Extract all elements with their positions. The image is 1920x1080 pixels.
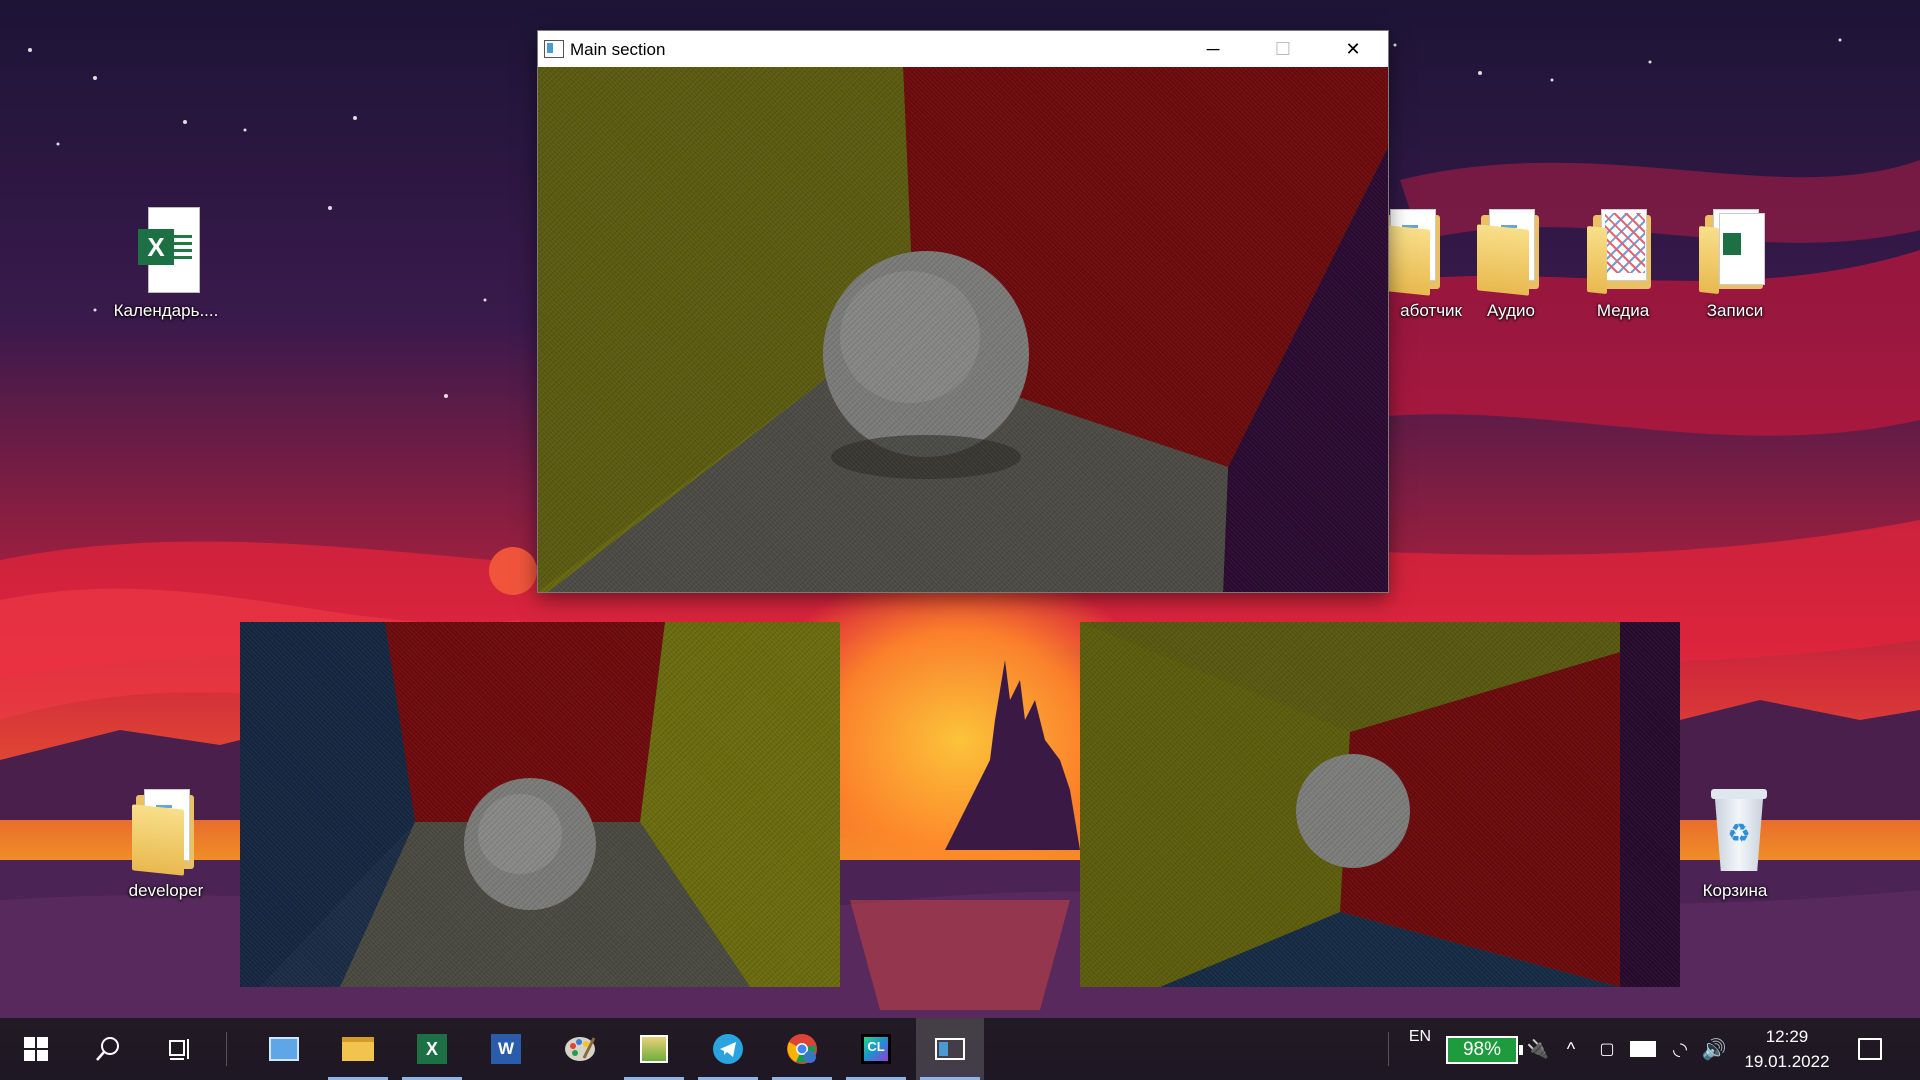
window-titlebar[interactable]: Main section ─ ☐ ✕ — [538, 31, 1388, 67]
image-icon — [640, 1035, 668, 1063]
notification-center-icon[interactable] — [1850, 1018, 1890, 1080]
desktop-icon-media[interactable]: Медиа — [1568, 205, 1678, 321]
excel-file-icon: X — [126, 205, 206, 295]
maximize-button[interactable]: ☐ — [1248, 31, 1318, 67]
render-view-right[interactable] — [1080, 622, 1680, 987]
word-icon: W — [491, 1034, 521, 1064]
folder-icon — [1583, 205, 1663, 295]
main-section-window[interactable]: Main section ─ ☐ ✕ — [538, 31, 1388, 592]
chrome-icon — [787, 1034, 817, 1064]
clock-date: 19.01.2022 — [1744, 1052, 1830, 1071]
render-view-main[interactable] — [538, 67, 1388, 592]
window-app-icon — [544, 40, 564, 58]
start-button[interactable] — [2, 1018, 70, 1080]
minimize-button[interactable]: ─ — [1178, 31, 1248, 67]
desktop-icon-label: Записи — [1706, 301, 1764, 320]
taskbar-paint[interactable] — [546, 1018, 614, 1080]
taskbar-file-explorer[interactable] — [324, 1018, 392, 1080]
windows-logo-icon — [24, 1037, 48, 1061]
render-scene-left — [240, 622, 840, 987]
recycle-bin-icon: ♻ — [1695, 785, 1775, 875]
clock-time: 12:29 — [1765, 1027, 1809, 1046]
folder-icon — [1695, 205, 1775, 295]
taskbar-excel[interactable]: X — [398, 1018, 466, 1080]
control-panel-icon — [269, 1037, 299, 1061]
close-button[interactable]: ✕ — [1318, 31, 1388, 67]
window-app-icon — [935, 1038, 965, 1060]
desktop-icon-label: Аудио — [1487, 301, 1535, 320]
palette-icon — [565, 1037, 596, 1061]
taskbar-chrome[interactable] — [768, 1018, 836, 1080]
taskbar-clion[interactable]: CL — [842, 1018, 910, 1080]
wifi-icon[interactable]: ◟◝ — [1664, 1018, 1696, 1080]
meet-now-icon[interactable]: ▢ — [1592, 1018, 1622, 1080]
search-button[interactable] — [74, 1018, 142, 1080]
taskbar-telegram[interactable] — [694, 1018, 762, 1080]
clion-icon: CL — [861, 1034, 891, 1064]
taskbar-opengl-app[interactable] — [916, 1018, 984, 1080]
taskbar-word[interactable]: W — [472, 1018, 540, 1080]
desktop-icon-developer[interactable]: developer — [111, 785, 221, 901]
power-plug-icon: 🔌 — [1526, 1038, 1550, 1059]
desktop-icon-label: Корзина — [1702, 881, 1768, 900]
telegram-icon — [713, 1034, 743, 1064]
taskbar-control-panel[interactable] — [250, 1018, 318, 1080]
desktop-icon-recycle-bin[interactable]: ♻ Корзина — [1680, 785, 1790, 901]
excel-icon: X — [417, 1034, 447, 1064]
desktop-icon-label: Календарь.... — [113, 301, 219, 320]
folder-icon — [126, 785, 206, 876]
task-view-icon — [169, 1039, 189, 1060]
folder-icon — [1471, 205, 1551, 296]
desktop-icon-label: developer — [128, 881, 204, 900]
search-icon — [96, 1037, 119, 1061]
folder-icon — [342, 1037, 374, 1061]
battery-icon[interactable] — [1626, 1018, 1660, 1080]
language-indicator[interactable]: EN — [1402, 1018, 1438, 1080]
desktop-icon-label: Медиа — [1596, 301, 1650, 320]
desktop-icon-audio[interactable]: Аудио — [1456, 205, 1566, 321]
volume-icon[interactable]: 🔊 — [1698, 1018, 1730, 1080]
render-view-left[interactable] — [240, 622, 840, 987]
render-scene-right — [1080, 622, 1680, 987]
taskbar: X W CL EN 🔌 ^ ▢ ◟◝ 🔊 — [0, 1018, 1920, 1080]
chevron-up-icon[interactable]: ^ — [1556, 1018, 1586, 1080]
battery-percentage-badge[interactable]: 98% — [1446, 1036, 1523, 1064]
taskbar-image-viewer[interactable] — [620, 1018, 688, 1080]
window-title: Main section — [570, 40, 666, 59]
system-clock[interactable]: 12:29 19.01.2022 — [1735, 1024, 1839, 1074]
task-view-button[interactable] — [146, 1018, 214, 1080]
desktop-icon-calendar-xlsx[interactable]: X Календарь.... — [111, 205, 221, 321]
desktop-icon-records[interactable]: Записи — [1680, 205, 1790, 321]
render-scene-main — [538, 67, 1388, 592]
